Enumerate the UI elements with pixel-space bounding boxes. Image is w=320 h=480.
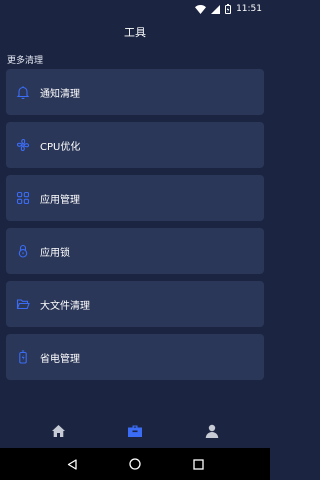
back-triangle-icon [67,455,77,474]
tool-item-label: CPU优化 [40,141,81,153]
tool-item-label: 通知清理 [40,88,80,100]
nav-toolbox-button[interactable] [120,417,150,447]
recents-square-icon [193,455,204,474]
folder-icon [16,297,30,311]
tool-item-cpu-optimize[interactable]: CPU优化 [6,122,264,168]
tool-item-label: 应用锁 [40,247,70,259]
tool-item-notification-clean[interactable]: 通知清理 [6,69,264,115]
battery-icon [16,350,30,364]
toolbox-icon [127,423,143,442]
tool-item-power-saving[interactable]: 省电管理 [6,334,264,380]
nav-profile-button[interactable] [197,417,227,447]
bell-icon [16,85,30,99]
apps-grid-icon [16,191,30,205]
battery-status-icon [225,4,232,14]
page-title: 工具 [124,26,146,39]
status-bar: 11:51 [0,0,270,18]
tool-item-app-lock[interactable]: 应用锁 [6,228,264,274]
tool-list: 通知清理 CPU优化 应用管理 应用锁 大文件清理 省电管理 [6,69,264,380]
tool-item-app-manage[interactable]: 应用管理 [6,175,264,221]
signal-icon [211,4,221,14]
user-icon [205,423,219,442]
tool-item-label: 应用管理 [40,194,80,206]
nav-home-button[interactable] [43,417,73,447]
system-home-button[interactable] [121,450,149,478]
status-time: 11:51 [236,4,262,14]
system-nav-bar [0,448,270,480]
wifi-icon [195,4,207,14]
tool-item-label: 省电管理 [40,353,80,365]
section-label: 更多清理 [7,56,44,66]
fan-icon [16,138,30,152]
lock-icon [16,244,30,258]
home-circle-icon [129,455,141,474]
bottom-nav [0,416,270,448]
system-recents-button[interactable] [184,450,212,478]
system-back-button[interactable] [58,450,86,478]
tool-item-large-file-clean[interactable]: 大文件清理 [6,281,264,327]
tool-item-label: 大文件清理 [40,300,90,312]
home-icon [51,423,66,442]
